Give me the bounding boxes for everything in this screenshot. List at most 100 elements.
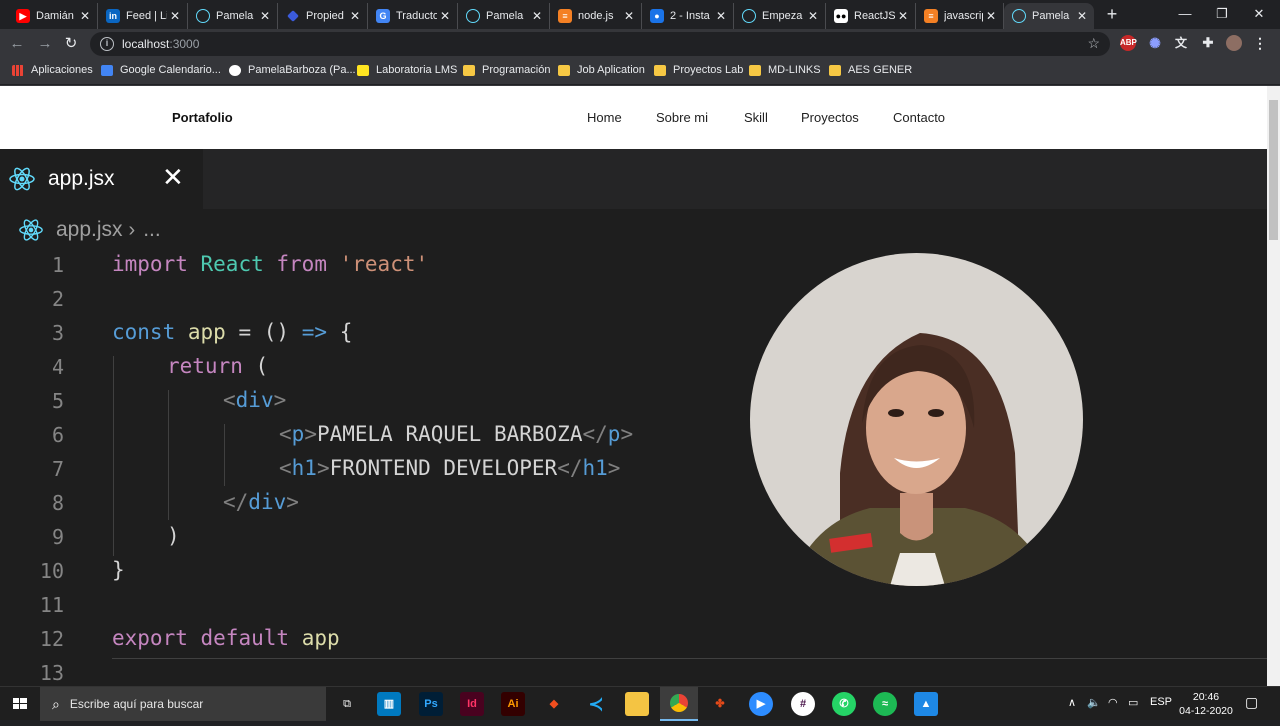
- photoshop-icon[interactable]: Ps: [419, 692, 443, 716]
- nav-link-proyectos[interactable]: Proyectos: [801, 110, 859, 125]
- forward-button[interactable]: →: [34, 33, 56, 55]
- browser-tab[interactable]: Empeza ✕: [734, 3, 826, 29]
- browser-tab[interactable]: Propied ✕: [278, 3, 368, 29]
- adblock-plus-icon[interactable]: ABP: [1120, 35, 1137, 51]
- bookmark-label: Job Aplication: [577, 64, 645, 76]
- figma-icon[interactable]: ◆: [542, 692, 566, 716]
- back-button[interactable]: ←: [6, 33, 28, 55]
- code-line-7: <h1>FRONTEND DEVELOPER</h1>: [279, 456, 621, 480]
- bookmark-folder[interactable]: Programación: [463, 64, 550, 76]
- window-close-button[interactable]: ✕: [1244, 4, 1274, 24]
- tab-label: node.js: [578, 10, 614, 22]
- bookmark-star-icon[interactable]: ☆: [1087, 35, 1100, 52]
- close-icon[interactable]: ✕: [437, 9, 453, 23]
- start-button[interactable]: [0, 687, 40, 721]
- close-icon[interactable]: ✕: [713, 9, 729, 23]
- maximize-button[interactable]: ❐: [1207, 4, 1237, 24]
- whatsapp-icon[interactable]: ✆: [832, 692, 856, 716]
- browser-tab[interactable]: Pamela ✕: [458, 3, 550, 29]
- close-icon[interactable]: ✕: [895, 9, 911, 23]
- illustrator-icon[interactable]: Ai: [501, 692, 525, 716]
- bookmark-label: Laboratoria LMS: [376, 64, 458, 76]
- nav-link-home[interactable]: Home: [587, 110, 622, 125]
- tab-label: Damián: [36, 10, 74, 22]
- spotify-icon[interactable]: ≈: [873, 692, 897, 716]
- code-token: const: [112, 320, 176, 344]
- browser-tab-active[interactable]: Pamela ✕: [1004, 3, 1094, 29]
- taskbar-clock[interactable]: 20:46 04-12-2020: [1176, 690, 1236, 718]
- vscode-icon[interactable]: ≺: [584, 692, 608, 716]
- translate-extension-icon[interactable]: 文: [1173, 35, 1189, 51]
- notifications-icon[interactable]: ▢: [1245, 694, 1258, 711]
- site-brand[interactable]: Portafolio: [172, 110, 233, 125]
- reload-button[interactable]: ↻: [60, 33, 82, 55]
- code-token: >: [273, 388, 287, 412]
- code-token: =: [238, 320, 252, 344]
- menu-dots-icon[interactable]: ⋮: [1252, 35, 1268, 51]
- address-bar[interactable]: i localhost:3000 ☆: [90, 32, 1110, 56]
- tab-label: Propied: [306, 10, 344, 22]
- close-icon[interactable]: ✕: [347, 9, 363, 23]
- nav-link-sobre-mi[interactable]: Sobre mi: [656, 110, 708, 125]
- chevron-up-icon[interactable]: ∧: [1068, 696, 1076, 709]
- close-icon[interactable]: ✕: [167, 9, 183, 23]
- close-icon[interactable]: ✕: [983, 9, 999, 23]
- nav-link-skill[interactable]: Skill: [744, 110, 768, 125]
- photos-icon[interactable]: ▲: [914, 692, 938, 716]
- bookmark-folder[interactable]: Proyectos Lab: [654, 64, 743, 76]
- taskbar-search[interactable]: ⌕ Escribe aquí para buscar: [40, 687, 326, 721]
- minimize-button[interactable]: —: [1170, 4, 1200, 24]
- calendar-icon: [101, 64, 113, 76]
- bookmark-github[interactable]: PamelaBarboza (Pa...: [229, 64, 356, 76]
- close-icon[interactable]: ✕: [621, 9, 637, 23]
- line-number: 8: [51, 491, 64, 515]
- bookmark-folder[interactable]: MD-LINKS: [749, 64, 821, 76]
- browser-tab[interactable]: ●● ReactJS ✕: [826, 3, 916, 29]
- avatar[interactable]: [1226, 35, 1242, 51]
- task-view-icon[interactable]: ⧉: [335, 692, 359, 716]
- file-explorer-icon[interactable]: [625, 692, 649, 716]
- bookmark-label: MD-LINKS: [768, 64, 821, 76]
- apps-grid-icon: [12, 64, 24, 76]
- scrollbar-thumb[interactable]: [1269, 100, 1278, 240]
- windows-taskbar: ⌕ Escribe aquí para buscar ⧉ ▥ Ps Id Ai …: [0, 686, 1280, 721]
- browser-tab[interactable]: Pamela ✕: [188, 3, 278, 29]
- tab-bar-fill: [203, 149, 1267, 209]
- language-indicator[interactable]: ESP: [1150, 696, 1172, 708]
- slack-icon[interactable]: #: [791, 692, 815, 716]
- bookmark-apps[interactable]: Aplicaciones: [12, 64, 93, 76]
- close-icon[interactable]: ✕: [77, 9, 93, 23]
- browser-tab[interactable]: in Feed | Li ✕: [98, 3, 188, 29]
- line-number: 12: [39, 627, 64, 651]
- indesign-icon[interactable]: Id: [460, 692, 484, 716]
- new-tab-button[interactable]: +: [1102, 4, 1122, 24]
- trello-icon[interactable]: ▥: [377, 692, 401, 716]
- browser-tab[interactable]: ▶ Damián ✕: [8, 3, 98, 29]
- volume-icon[interactable]: 🔈: [1087, 696, 1101, 709]
- close-icon[interactable]: ✕: [257, 9, 273, 23]
- browser-tab[interactable]: ≡ javascrip ✕: [916, 3, 1004, 29]
- bookmark-folder[interactable]: AES GENER: [829, 64, 912, 76]
- close-icon[interactable]: ✕: [805, 9, 821, 23]
- close-icon[interactable]: ✕: [529, 9, 545, 23]
- page-scrollbar[interactable]: [1267, 86, 1280, 686]
- browser-tab[interactable]: ≡ node.js ✕: [550, 3, 642, 29]
- code-token: app: [187, 320, 226, 344]
- browser-tab[interactable]: G Traducto ✕: [368, 3, 458, 29]
- nav-link-contacto[interactable]: Contacto: [893, 110, 945, 125]
- battery-icon[interactable]: ▭: [1128, 696, 1138, 709]
- browser-tab[interactable]: ● 2 - Insta ✕: [642, 3, 734, 29]
- close-icon[interactable]: ✕: [1074, 9, 1090, 23]
- clock-time: 20:46: [1192, 691, 1220, 703]
- bookmark-laboratoria[interactable]: Laboratoria LMS: [357, 64, 457, 76]
- info-icon[interactable]: i: [100, 37, 114, 51]
- bookmark-folder[interactable]: Job Aplication: [558, 64, 645, 76]
- chrome-taskbar-button[interactable]: [660, 687, 698, 721]
- puzzle-icon[interactable]: ✚: [1200, 35, 1216, 51]
- gear-extension-icon[interactable]: ✺: [1147, 35, 1163, 51]
- wifi-icon[interactable]: ◠: [1108, 696, 1118, 709]
- git-kraken-icon[interactable]: ✤: [708, 692, 732, 716]
- zoom-icon[interactable]: ▶: [749, 692, 773, 716]
- code-line-1: import React from 'react': [112, 252, 428, 276]
- bookmark-calendar[interactable]: Google Calendario...: [101, 64, 221, 76]
